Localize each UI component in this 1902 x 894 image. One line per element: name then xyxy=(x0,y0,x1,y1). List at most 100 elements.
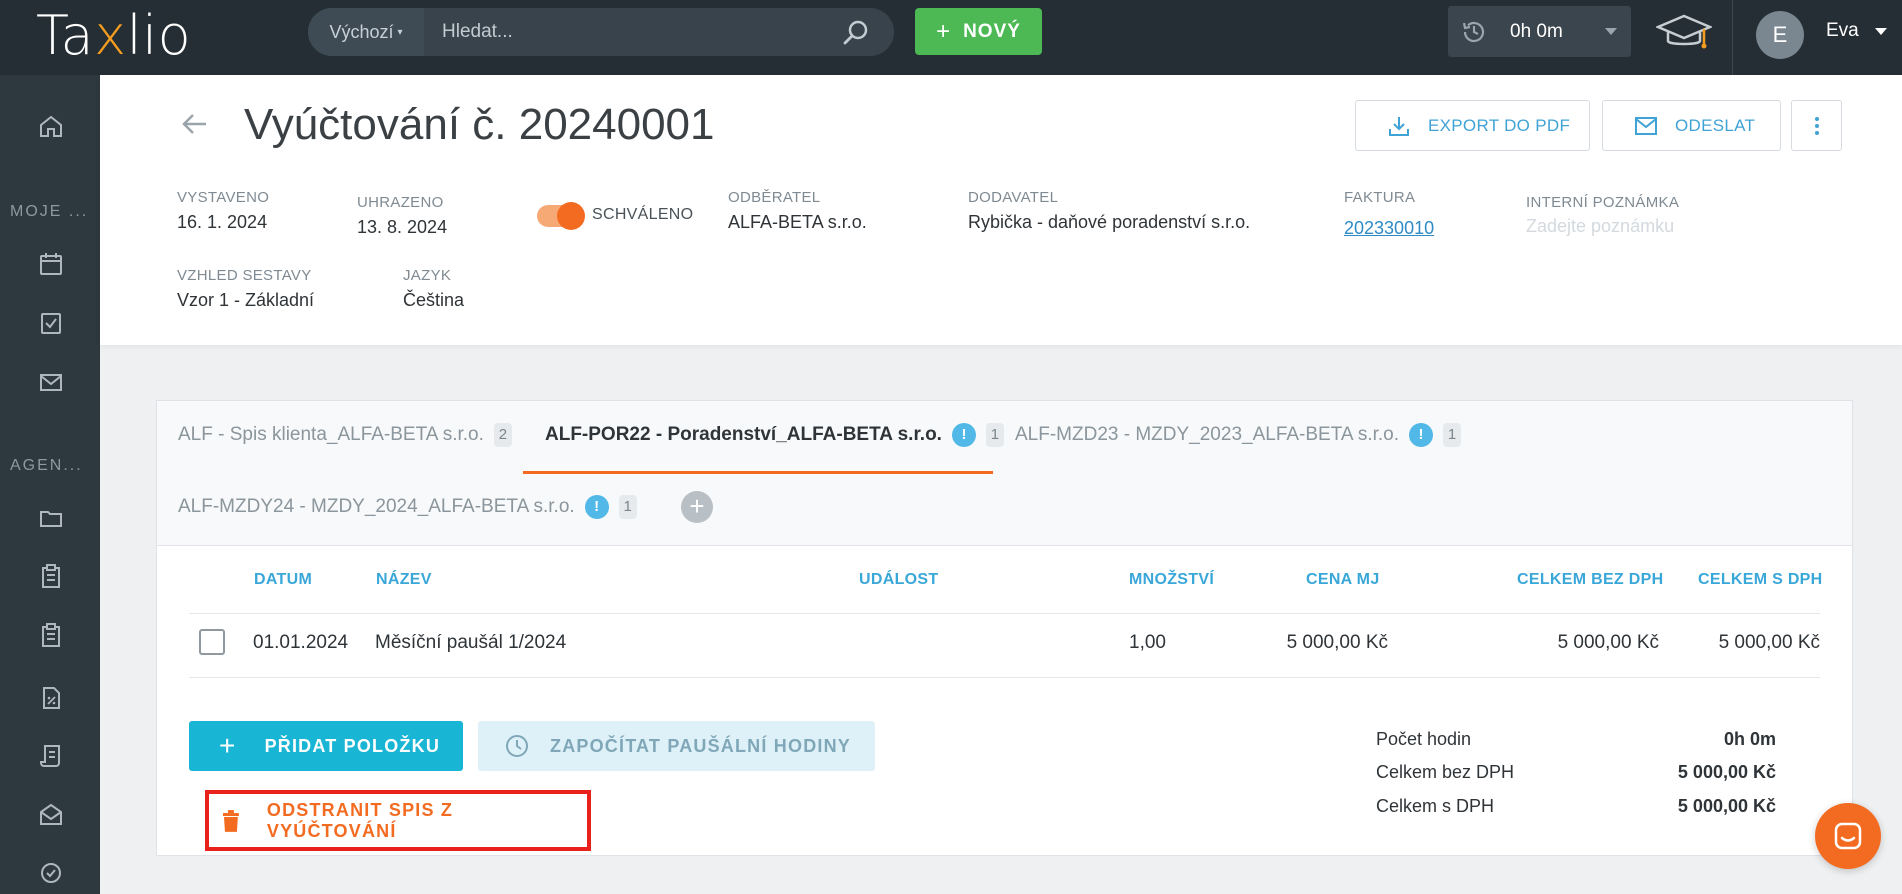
count-flat-hours-button[interactable]: ZAPOČÍTAT PAUŠÁLNÍ HODINY xyxy=(478,721,875,771)
tab-alf-spis[interactable]: ALF - Spis klienta_ALFA-BETA s.r.o. 2 xyxy=(178,423,512,447)
language-label: JAZYK xyxy=(403,267,452,284)
tab-label: ALF-POR22 - Poradenství_ALFA-BETA s.r.o. xyxy=(545,424,942,445)
add-tab-button[interactable]: + xyxy=(681,491,713,523)
issued-label: VYSTAVENO xyxy=(177,189,270,206)
row-unit-price: 5 000,00 Kč xyxy=(1286,632,1388,653)
tab-label: ALF-MZD23 - MZDY_2023_ALFA-BETA s.r.o. xyxy=(1015,424,1399,445)
logo-text-x: x xyxy=(94,4,127,67)
mail-icon xyxy=(1635,116,1657,135)
sidebar-section-label: MOJE ... xyxy=(10,203,89,220)
download-icon xyxy=(1389,116,1409,136)
tabs-bar: ALF - Spis klienta_ALFA-BETA s.r.o. 2 AL… xyxy=(157,401,1852,546)
row-total-inc-vat: 5 000,00 Kč xyxy=(1718,632,1820,653)
top-bar: Taxlio Výchozí ▾ + NOVÝ 0h 0m E Eva xyxy=(0,0,1902,75)
logo[interactable]: Taxlio xyxy=(36,6,191,66)
graduation-cap-icon[interactable] xyxy=(1656,12,1712,54)
plus-icon: + xyxy=(219,730,237,761)
folder-icon[interactable] xyxy=(38,505,64,531)
column-header-name[interactable]: NÁZEV xyxy=(376,571,432,589)
clock-icon xyxy=(506,735,528,757)
row-quantity: 1,00 xyxy=(1129,632,1166,653)
calendar-icon[interactable] xyxy=(38,251,64,277)
tab-label: ALF - Spis klienta_ALFA-BETA s.r.o. xyxy=(178,424,484,445)
approved-toggle[interactable] xyxy=(537,202,585,230)
column-header-total-inc-vat[interactable]: CELKEM S DPH xyxy=(1698,571,1823,589)
percent-document-icon[interactable] xyxy=(38,685,64,711)
dot-icon xyxy=(1814,123,1819,128)
user-name[interactable]: Eva xyxy=(1826,20,1859,42)
trash-icon xyxy=(222,809,239,832)
chevron-down-icon: ▾ xyxy=(397,26,403,38)
search-scope-dropdown[interactable]: Výchozí ▾ xyxy=(308,8,424,56)
search-input[interactable] xyxy=(424,8,894,56)
logo-text-start: Ta xyxy=(36,4,95,67)
time-tracker[interactable]: 0h 0m xyxy=(1448,6,1631,57)
count-flat-hours-label: ZAPOČÍTAT PAUŠÁLNÍ HODINY xyxy=(550,735,851,756)
column-header-event[interactable]: UDÁLOST xyxy=(859,571,938,589)
issued-value[interactable]: 16. 1. 2024 xyxy=(177,212,267,233)
paid-label: UHRAZENO xyxy=(357,194,444,211)
summary-total-ex-vat-value: 5 000,00 Kč xyxy=(1677,762,1776,782)
remove-file-label: ODSTRANIT SPIS Z VYÚČTOVÁNÍ xyxy=(266,799,454,841)
layout-value[interactable]: Vzor 1 - Základní xyxy=(177,290,314,311)
new-button-label: NOVÝ xyxy=(963,20,1021,42)
clipboard-icon[interactable] xyxy=(38,622,64,648)
export-pdf-button[interactable]: EXPORT DO PDF xyxy=(1355,100,1590,151)
more-options-button[interactable] xyxy=(1791,100,1842,151)
tab-label: ALF-MZDY24 - MZDY_2024_ALFA-BETA s.r.o. xyxy=(178,496,575,517)
column-header-total-ex-vat[interactable]: CELKEM BEZ DPH xyxy=(1517,571,1663,589)
invoice-icon[interactable] xyxy=(38,743,64,769)
send-button[interactable]: ODESLAT xyxy=(1602,100,1781,151)
dot-icon xyxy=(1814,116,1819,121)
summary-total-inc-vat-label: Celkem s DPH xyxy=(1376,796,1495,816)
dot-icon xyxy=(1814,130,1819,135)
internal-note-label: INTERNÍ POZNÁMKA xyxy=(1526,194,1680,211)
avatar[interactable]: E xyxy=(1756,11,1804,59)
page-title: Vyúčtování č. 20240001 xyxy=(244,100,715,149)
task-check-icon[interactable] xyxy=(38,310,64,336)
search-icon[interactable] xyxy=(842,19,870,47)
summary-total-ex-vat-label: Celkem bez DPH xyxy=(1376,762,1515,782)
back-arrow-icon[interactable] xyxy=(180,110,208,138)
count-badge: 1 xyxy=(985,423,1004,447)
summary-hours-value: 0h 0m xyxy=(1723,729,1776,749)
column-header-date[interactable]: DATUM xyxy=(254,571,312,589)
tab-alf-por22[interactable]: ALF-POR22 - Poradenství_ALFA-BETA s.r.o.… xyxy=(545,423,1004,447)
add-item-label: PŘIDAT POLOŽKU xyxy=(264,735,441,756)
summary-total-inc-vat-value: 5 000,00 Kč xyxy=(1677,796,1776,816)
customer-value: ALFA-BETA s.r.o. xyxy=(728,212,867,232)
search-scope-label: Výchozí xyxy=(329,21,394,42)
invoice-label: FAKTURA xyxy=(1344,189,1416,206)
chat-widget-button[interactable] xyxy=(1815,803,1881,869)
chevron-down-icon[interactable] xyxy=(1875,28,1887,35)
row-checkbox[interactable] xyxy=(199,629,225,655)
row-total-ex-vat: 5 000,00 Kč xyxy=(1557,632,1659,653)
table-divider xyxy=(189,677,1820,678)
mail-icon[interactable] xyxy=(38,369,64,395)
plus-icon: + xyxy=(936,17,952,45)
new-button[interactable]: + NOVÝ xyxy=(915,8,1042,55)
paid-value[interactable]: 13. 8. 2024 xyxy=(357,217,447,238)
layout-label: VZHLED SESTAVY xyxy=(177,267,312,284)
row-name[interactable]: Měsíční paušál 1/2024 xyxy=(375,632,566,654)
internal-note-input[interactable]: Zadejte poznámku xyxy=(1526,216,1674,237)
language-value[interactable]: Čeština xyxy=(403,290,464,311)
tab-alf-mzdy24[interactable]: ALF-MZDY24 - MZDY_2024_ALFA-BETA s.r.o. … xyxy=(178,495,637,519)
row-date: 01.01.2024 xyxy=(253,632,349,653)
column-header-unit-price[interactable]: CENA MJ xyxy=(1306,571,1380,589)
settings-check-icon[interactable] xyxy=(38,860,64,886)
invoice-link[interactable]: 202330010 xyxy=(1344,218,1434,239)
home-icon[interactable] xyxy=(38,113,64,139)
sidebar-section-label: AGEN... xyxy=(10,457,83,474)
count-badge: 1 xyxy=(1443,423,1461,447)
summary-hours-label: Počet hodin xyxy=(1376,729,1472,749)
column-header-quantity[interactable]: MNOŽSTVÍ xyxy=(1129,571,1214,589)
chat-icon xyxy=(1834,822,1862,850)
mail-box-icon[interactable] xyxy=(38,801,64,827)
chevron-down-icon[interactable] xyxy=(1605,28,1617,35)
add-item-button[interactable]: + PŘIDAT POLOŽKU xyxy=(189,721,463,771)
toggle-knob xyxy=(557,202,585,230)
remove-file-button[interactable]: ODSTRANIT SPIS Z VYÚČTOVÁNÍ xyxy=(205,790,591,851)
clipboard-icon[interactable] xyxy=(38,563,64,589)
tab-alf-mzd23[interactable]: ALF-MZD23 - MZDY_2023_ALFA-BETA s.r.o. !… xyxy=(1015,423,1461,447)
